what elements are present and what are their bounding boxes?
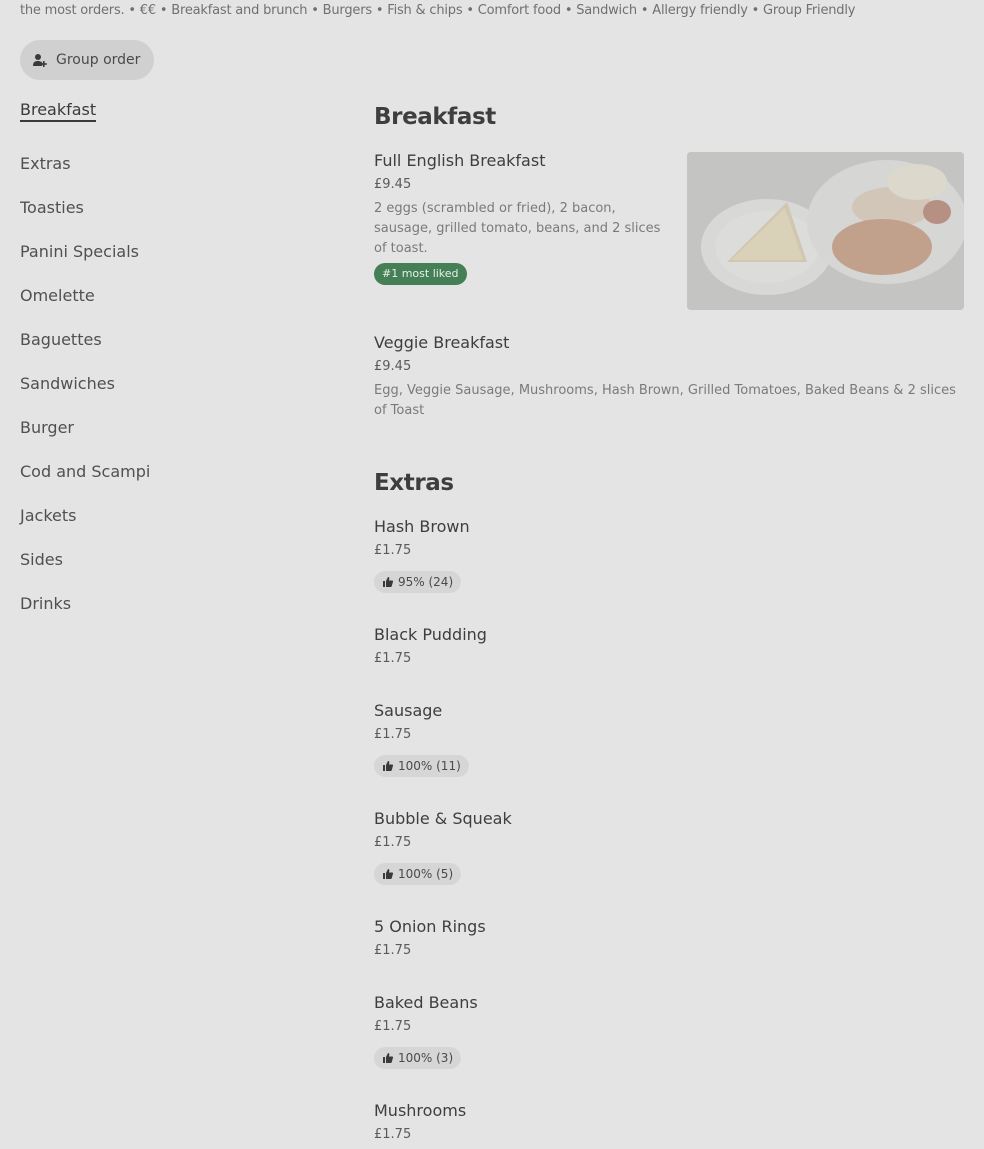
group-order-button[interactable]: Group order	[20, 40, 154, 80]
item-name: Veggie Breakfast	[374, 333, 510, 352]
rating-badge: 100% (3)	[374, 1047, 462, 1069]
item-name: 5 Onion Rings	[374, 917, 486, 936]
sidebar-item-cod-and-scampi[interactable]: Cod and Scampi	[20, 449, 320, 493]
item-price: £1.75	[374, 835, 412, 850]
menu-item-baked-beans[interactable]: Baked Beans £1.75 100% (3)	[374, 993, 964, 1069]
section-title-extras: Extras	[374, 470, 454, 496]
item-price: £1.75	[374, 1019, 412, 1034]
item-name: Sausage	[374, 701, 443, 720]
thumbs-up-icon	[383, 577, 394, 587]
sidebar-item-extras[interactable]: Extras	[20, 141, 320, 185]
item-description: Egg, Veggie Sausage, Mushrooms, Hash Bro…	[374, 383, 956, 418]
item-price: £1.75	[374, 651, 412, 666]
menu-item-sausage[interactable]: Sausage £1.75 100% (11)	[374, 701, 964, 777]
sidebar-item-burger[interactable]: Burger	[20, 405, 320, 449]
item-price: £1.75	[374, 1127, 412, 1142]
menu-category-nav: Breakfast Extras Toasties Panini Special…	[20, 100, 320, 625]
item-price: £9.45	[374, 359, 412, 374]
menu-item-mushrooms[interactable]: Mushrooms £1.75	[374, 1101, 964, 1149]
most-liked-badge: #1 most liked	[374, 263, 467, 285]
item-name: Hash Brown	[374, 517, 470, 536]
food-photo-image	[687, 152, 964, 310]
item-description: 2 eggs (scrambled or fried), 2 bacon, sa…	[374, 201, 661, 256]
item-price: £1.75	[374, 943, 412, 958]
menu-item-5-onion-rings[interactable]: 5 Onion Rings £1.75	[374, 917, 964, 965]
sidebar-item-sandwiches[interactable]: Sandwiches	[20, 361, 320, 405]
rating-badge: 100% (11)	[374, 755, 469, 777]
sidebar-item-omelette[interactable]: Omelette	[20, 273, 320, 317]
section-title-breakfast: Breakfast	[374, 104, 496, 130]
item-price: £1.75	[374, 727, 412, 742]
thumbs-up-icon	[383, 761, 394, 771]
sidebar-item-baguettes[interactable]: Baguettes	[20, 317, 320, 361]
item-name: Full English Breakfast	[374, 151, 546, 170]
full-english-breakfast-photo[interactable]	[687, 152, 964, 310]
person-add-icon	[33, 54, 47, 67]
menu-item-hash-brown[interactable]: Hash Brown £1.75 95% (24)	[374, 517, 964, 593]
menu-item-bubble-and-squeak[interactable]: Bubble & Squeak £1.75 100% (5)	[374, 809, 964, 885]
menu-item-full-english-breakfast[interactable]: Full English Breakfast £9.45 2 eggs (scr…	[374, 151, 674, 285]
thumbs-up-icon	[383, 869, 394, 879]
sidebar-item-panini-specials[interactable]: Panini Specials	[20, 229, 320, 273]
item-price: £1.75	[374, 543, 412, 558]
restaurant-tagline: the most orders. • €€ • Breakfast and br…	[20, 3, 856, 18]
menu-item-veggie-breakfast[interactable]: Veggie Breakfast £9.45 Egg, Veggie Sausa…	[374, 333, 964, 421]
item-name: Bubble & Squeak	[374, 809, 512, 828]
item-name: Mushrooms	[374, 1101, 467, 1120]
rating-badge: 95% (24)	[374, 571, 462, 593]
item-price: £9.45	[374, 177, 412, 192]
item-name: Baked Beans	[374, 993, 478, 1012]
group-order-label: Group order	[56, 52, 141, 68]
sidebar-item-sides[interactable]: Sides	[20, 537, 320, 581]
rating-badge: 100% (5)	[374, 863, 462, 885]
item-name: Black Pudding	[374, 625, 487, 644]
menu-item-black-pudding[interactable]: Black Pudding £1.75	[374, 625, 964, 673]
sidebar-item-breakfast[interactable]: Breakfast	[20, 100, 320, 126]
sidebar-item-drinks[interactable]: Drinks	[20, 581, 320, 625]
thumbs-up-icon	[383, 1053, 394, 1063]
sidebar-item-toasties[interactable]: Toasties	[20, 185, 320, 229]
sidebar-item-jackets[interactable]: Jackets	[20, 493, 320, 537]
